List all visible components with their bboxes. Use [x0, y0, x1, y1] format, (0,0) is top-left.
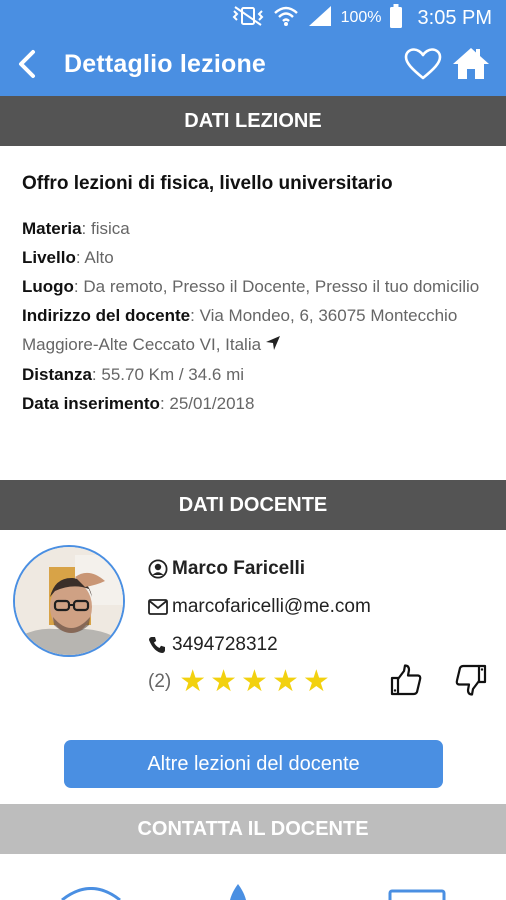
- back-button[interactable]: [6, 46, 46, 86]
- field-value: : 25/01/2018: [159, 394, 255, 414]
- wifi-icon: [273, 5, 299, 32]
- teacher-name: Marco Faricelli: [172, 558, 306, 579]
- star-icon: ★: [271, 665, 299, 698]
- chat-icon[interactable]: [60, 887, 122, 900]
- other-lessons-button[interactable]: Altre lezioni del docente: [64, 740, 443, 788]
- envelope-icon: [148, 599, 172, 615]
- favorite-button[interactable]: [403, 46, 443, 86]
- status-icons: 100% 3:05 PM: [231, 3, 492, 33]
- lesson-field-indirizzo[interactable]: Indirizzo del docente: Via Mondeo, 6, 36…: [22, 301, 492, 360]
- field-label: Distanza: [22, 365, 92, 385]
- lesson-field-luogo: Luogo: Da remoto, Presso il Docente, Pre…: [22, 272, 492, 301]
- field-label: Luogo: [22, 277, 74, 296]
- heart-icon: [404, 47, 442, 85]
- contact-options: [0, 870, 506, 900]
- rating-count: (2): [148, 671, 172, 692]
- app-bar: Dettaglio lezione: [0, 36, 506, 96]
- star-icon: ★: [179, 665, 207, 698]
- field-label: Indirizzo del docente: [22, 306, 191, 325]
- field-label: Materia: [22, 219, 82, 238]
- field-label: Data inserimento: [22, 394, 160, 414]
- teacher-avatar: [13, 545, 125, 657]
- lesson-field-distanza: Distanza: 55.70 Km / 34.6 mi: [22, 360, 492, 389]
- signal-icon: [307, 5, 333, 32]
- navigation-arrow-icon[interactable]: [265, 331, 281, 360]
- field-value: : Da remoto, Presso il Docente, Presso i…: [73, 277, 480, 296]
- location-pin-icon[interactable]: [228, 884, 248, 900]
- status-bar: 100% 3:05 PM: [0, 0, 506, 36]
- field-value: : Alto: [75, 248, 114, 267]
- lesson-details: Offro lezioni di fisica, livello univers…: [22, 170, 492, 418]
- teacher-phone[interactable]: 3494728312: [172, 634, 278, 656]
- thumbs-down-button[interactable]: [451, 662, 491, 702]
- thumbs-up-button[interactable]: [386, 662, 426, 702]
- mail-icon[interactable]: [388, 888, 446, 900]
- field-label: Livello: [22, 248, 76, 267]
- teacher-rating: (2) ★ ★ ★ ★ ★: [148, 664, 330, 700]
- battery-percent: 100%: [340, 9, 382, 26]
- lesson-field-livello: Livello: Alto: [22, 243, 492, 272]
- user-circle-icon: [148, 559, 172, 579]
- teacher-name-row: Marco Faricelli: [148, 550, 498, 588]
- battery-icon: [389, 3, 402, 33]
- thumbs-up-icon: [389, 663, 423, 702]
- rating-stars: ★ ★ ★ ★ ★: [179, 667, 330, 697]
- home-icon: [452, 46, 490, 85]
- phone-icon: [148, 636, 172, 654]
- field-value: : 55.70 Km / 34.6 mi: [91, 365, 245, 385]
- star-icon: ★: [302, 665, 330, 698]
- teacher-phone-row[interactable]: 3494728312: [148, 626, 498, 664]
- lesson-field-materia: Materia: fisica: [22, 214, 492, 243]
- teacher-info: Marco Faricelli marcofaricelli@me.com 34…: [148, 550, 498, 664]
- lesson-section-header: DATI LEZIONE: [0, 96, 506, 146]
- teacher-email-row[interactable]: marcofaricelli@me.com: [148, 588, 498, 626]
- lesson-field-data-inserimento: Data inserimento: 25/01/2018: [22, 389, 492, 418]
- teacher-email[interactable]: marcofaricelli@me.com: [172, 596, 371, 618]
- star-icon: ★: [241, 665, 268, 698]
- vibrate-mute-icon: [231, 5, 265, 32]
- thumbs-down-icon: [454, 663, 488, 702]
- lesson-title: Offro lezioni di fisica, livello univers…: [22, 173, 393, 194]
- clock: 3:05 PM: [417, 6, 492, 29]
- contact-section-header: CONTATTA IL DOCENTE: [0, 804, 506, 854]
- star-icon: ★: [210, 665, 238, 698]
- chevron-left-icon: [15, 49, 37, 84]
- teacher-section-header: DATI DOCENTE: [0, 480, 506, 530]
- page-title: Dettaglio lezione: [64, 50, 267, 78]
- field-value: : fisica: [81, 219, 130, 238]
- home-button[interactable]: [450, 44, 492, 86]
